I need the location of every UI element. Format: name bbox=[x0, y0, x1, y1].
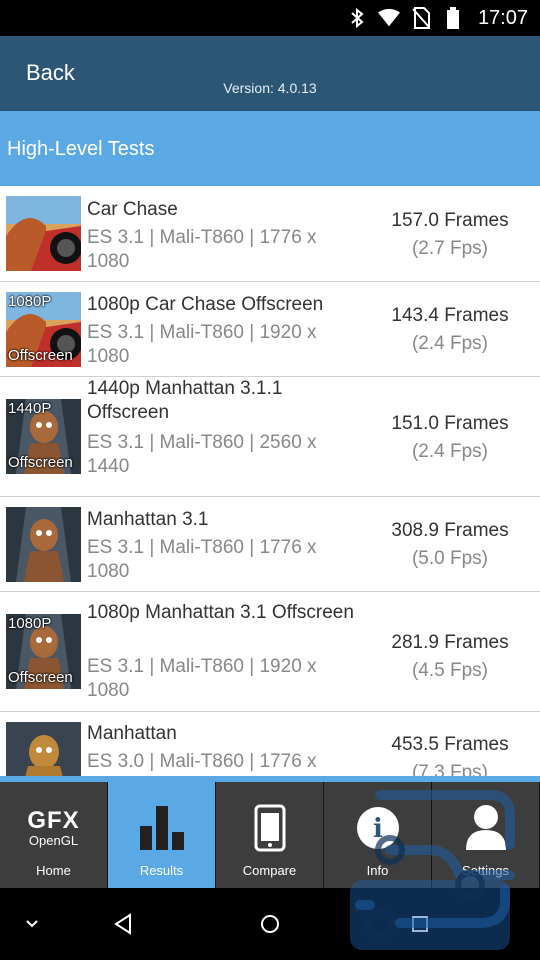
test-description: ES 3.1 | Mali-T860 | 1776 x 1080 bbox=[87, 537, 317, 582]
thumb-tag-bottom: Offscreen bbox=[8, 454, 73, 471]
test-description: ES 3.1 | Mali-T860 | 2560 x 1440 bbox=[87, 432, 317, 477]
status-bar: 17:07 bbox=[0, 0, 540, 36]
test-description: ES 3.1 | Mali-T860 | 1920 x 1080 bbox=[87, 322, 317, 367]
tab-label: Compare bbox=[242, 863, 297, 878]
test-name: 1080p Manhattan 3.1 Offscreen bbox=[87, 602, 354, 623]
gfx-logo-text: GFX bbox=[27, 807, 80, 834]
battery-icon bbox=[442, 7, 464, 29]
test-fps: (7.3 Fps) bbox=[411, 762, 489, 776]
tab-label: Home bbox=[36, 863, 71, 878]
bottom-tab-bar: GFX OpenGL Home Results Compare i Info S… bbox=[0, 782, 540, 888]
no-sim-icon bbox=[410, 7, 432, 29]
app-window: 17:07 Back Version: 4.0.13 High-Level Te… bbox=[0, 0, 540, 960]
test-thumbnail bbox=[6, 507, 81, 582]
test-fps: (2.4 Fps) bbox=[411, 441, 489, 462]
tab-settings[interactable]: Settings bbox=[432, 782, 540, 888]
test-thumbnail bbox=[6, 196, 81, 271]
recents-nav-icon[interactable] bbox=[400, 908, 440, 940]
test-fps: (2.4 Fps) bbox=[411, 333, 489, 354]
status-time: 17:07 bbox=[477, 6, 528, 29]
test-name: Car Chase bbox=[87, 199, 178, 220]
thumb-tag-bottom: Offscreen bbox=[8, 669, 73, 686]
tab-label: Results bbox=[139, 863, 184, 878]
test-thumbnail: 1440P Offscreen bbox=[6, 399, 81, 474]
test-score: 151.0 Frames bbox=[391, 413, 509, 434]
app-header: Back Version: 4.0.13 bbox=[0, 36, 540, 111]
back-nav-icon[interactable] bbox=[103, 908, 143, 940]
result-row[interactable]: Manhattan ES 3.0 | Mali-T860 | 1776 x 10… bbox=[0, 712, 540, 776]
result-row[interactable]: Manhattan 3.1 ES 3.1 | Mali-T860 | 1776 … bbox=[0, 497, 540, 592]
tab-compare[interactable]: Compare bbox=[216, 782, 324, 888]
test-fps: (2.7 Fps) bbox=[411, 238, 489, 259]
gfx-logo-subtext: OpenGL bbox=[28, 833, 79, 848]
test-thumbnail bbox=[6, 722, 81, 776]
test-fps: (5.0 Fps) bbox=[411, 548, 489, 569]
user-icon bbox=[462, 802, 510, 855]
tab-label: Info bbox=[366, 863, 389, 878]
test-fps: (4.5 Fps) bbox=[411, 660, 489, 681]
test-name: Manhattan bbox=[87, 723, 177, 744]
wifi-icon bbox=[377, 7, 400, 29]
test-name: Manhattan 3.1 bbox=[87, 509, 209, 530]
system-nav-bar bbox=[0, 888, 540, 960]
tab-results[interactable]: Results bbox=[108, 782, 216, 888]
test-name: 1440p Manhattan 3.1.1 Offscreen bbox=[87, 378, 283, 423]
tab-home[interactable]: GFX OpenGL Home bbox=[0, 782, 108, 888]
chevron-down-icon[interactable] bbox=[12, 908, 52, 940]
test-description: ES 3.1 | Mali-T860 | 1776 x 1080 bbox=[87, 227, 317, 272]
test-score: 157.0 Frames bbox=[391, 210, 509, 231]
thumb-tag-top: 1080P bbox=[8, 293, 52, 310]
info-icon: i bbox=[354, 804, 402, 857]
phone-icon bbox=[254, 804, 286, 857]
test-score: 281.9 Frames bbox=[391, 632, 509, 653]
tab-info[interactable]: i Info bbox=[324, 782, 432, 888]
bar-chart-icon bbox=[137, 802, 187, 855]
thumb-tag-top: 1440P bbox=[8, 400, 52, 417]
result-row[interactable]: 1080P Offscreen 1080p Manhattan 3.1 Offs… bbox=[0, 592, 540, 712]
gfx-logo-icon: GFX OpenGL bbox=[0, 808, 107, 848]
thumb-tag-top: 1080P bbox=[8, 615, 52, 632]
thumb-tag-bottom: Offscreen bbox=[8, 347, 73, 364]
test-thumbnail: 1080P Offscreen bbox=[6, 292, 81, 367]
result-row[interactable]: Car Chase ES 3.1 | Mali-T860 | 1776 x 10… bbox=[0, 186, 540, 282]
test-name: 1080p Car Chase Offscreen bbox=[87, 294, 324, 315]
test-description: ES 3.1 | Mali-T860 | 1920 x 1080 bbox=[87, 656, 317, 701]
tab-label: Settings bbox=[462, 863, 509, 878]
test-description: ES 3.0 | Mali-T860 | 1776 x 1080 bbox=[87, 751, 317, 776]
home-nav-icon[interactable] bbox=[250, 908, 290, 940]
results-list[interactable]: Car Chase ES 3.1 | Mali-T860 | 1776 x 10… bbox=[0, 186, 540, 776]
section-header: High-Level Tests bbox=[0, 111, 540, 186]
svg-text:i: i bbox=[373, 814, 383, 844]
test-thumbnail: 1080P Offscreen bbox=[6, 614, 81, 689]
test-score: 453.5 Frames bbox=[391, 734, 509, 755]
test-score: 308.9 Frames bbox=[391, 520, 509, 541]
section-title: High-Level Tests bbox=[7, 138, 155, 160]
test-score: 143.4 Frames bbox=[391, 305, 509, 326]
bluetooth-icon bbox=[346, 7, 368, 29]
result-row[interactable]: 1080P Offscreen 1080p Car Chase Offscree… bbox=[0, 282, 540, 377]
version-label: Version: 4.0.13 bbox=[223, 80, 317, 96]
result-row[interactable]: 1440P Offscreen 1440p Manhattan 3.1.1 Of… bbox=[0, 377, 540, 497]
